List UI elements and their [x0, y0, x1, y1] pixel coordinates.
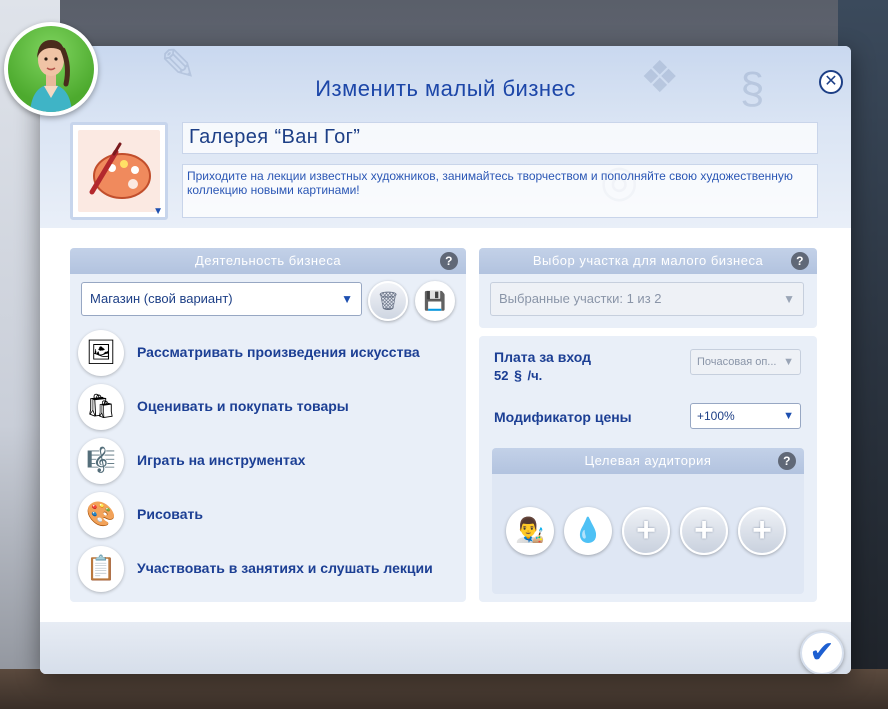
entry-fee-unit: /ч. — [527, 368, 543, 383]
activity-label: Рисовать — [137, 506, 203, 522]
activity-item[interactable]: 🛍 Оценивать и покупать товары — [78, 382, 468, 430]
price-modifier-dropdown[interactable]: +100% ▼ — [690, 403, 801, 429]
business-type-value: Магазин (свой вариант) — [90, 291, 233, 306]
save-button[interactable]: 💾 — [415, 281, 455, 321]
audience-slot-creative[interactable]: 💧 — [564, 507, 612, 555]
plus-icon: + — [694, 511, 714, 549]
background-floor — [0, 669, 888, 709]
target-audience-panel: Целевая аудитория ? 👨‍🎨 💧 + + + — [492, 448, 804, 594]
chevron-down-icon: ▼ — [783, 410, 794, 422]
entry-fee-type-dropdown[interactable]: Почасовая оп... ▼ — [690, 349, 801, 375]
selected-lots-value: Выбранные участки: 1 из 2 — [499, 291, 662, 306]
entry-fee-value: 52 — [494, 368, 509, 383]
sim-portrait — [8, 26, 94, 112]
chevron-down-icon: ▼ — [153, 206, 163, 217]
chevron-down-icon: ▼ — [783, 356, 794, 368]
activity-item[interactable]: 🎼 Играть на инструментах — [78, 436, 468, 484]
edit-small-business-dialog: ✎ ❖ § ◎ Изменить малый бизнес ✕ ▼ Галере… — [40, 46, 851, 674]
chevron-down-icon: ▼ — [783, 292, 795, 306]
dialog-title: Изменить малый бизнес — [315, 76, 576, 101]
audience-panel-title: Целевая аудитория — [584, 453, 712, 468]
shopping-bag-icon: 🛍 — [78, 384, 124, 430]
activity-label: Участвовать в занятиях и слушать лекции — [137, 560, 433, 576]
activity-item[interactable]: 📋 Участвовать в занятиях и слушать лекци… — [78, 544, 468, 592]
palette-icon: 🎨 — [78, 492, 124, 538]
lot-panel-title: Выбор участка для малого бизнеса — [532, 253, 764, 268]
activity-label: Рассматривать произведения искусства — [137, 344, 420, 360]
help-icon[interactable]: ? — [440, 252, 458, 270]
checkmark-icon: ✔ — [809, 636, 835, 669]
activities-panel: Деятельность бизнеса ? Магазин (свой вар… — [70, 248, 466, 602]
help-icon[interactable]: ? — [791, 252, 809, 270]
plus-icon: + — [636, 511, 656, 549]
simoleon-icon: § — [514, 367, 522, 383]
creative-trait-icon: 💧 — [573, 517, 603, 544]
trash-icon: 🗑 — [376, 291, 400, 311]
lot-selection-panel: Выбор участка для малого бизнеса ? Выбра… — [479, 248, 817, 328]
dialog-footer — [40, 622, 851, 674]
lot-panel-header: Выбор участка для малого бизнеса ? — [479, 248, 817, 274]
business-icon-picker[interactable]: ▼ — [70, 122, 168, 220]
activity-item[interactable]: 🖼 Рассматривать произведения искусства — [78, 328, 468, 376]
activities-panel-header: Деятельность бизнеса ? — [70, 248, 466, 274]
audience-slot-empty[interactable]: + — [680, 507, 728, 555]
activity-label: Оценивать и покупать товары — [137, 398, 349, 414]
entry-fee-type-value: Почасовая оп... — [697, 356, 777, 368]
palette-icon — [78, 130, 160, 212]
harp-icon: 🎼 — [78, 438, 124, 484]
price-modifier-value: +100% — [697, 409, 735, 423]
business-type-dropdown[interactable]: Магазин (свой вариант) ▼ — [81, 282, 362, 316]
chevron-down-icon: ▼ — [341, 292, 353, 306]
audience-slot-empty[interactable]: + — [738, 507, 786, 555]
close-button[interactable]: ✕ — [819, 70, 843, 94]
sim-avatar[interactable] — [4, 22, 98, 116]
audience-panel-header: Целевая аудитория ? — [492, 448, 804, 474]
entry-fee-label: Плата за вход — [494, 349, 592, 365]
close-icon: ✕ — [824, 73, 838, 90]
price-modifier-label: Модификатор цены — [494, 409, 632, 425]
delete-button[interactable]: 🗑 — [368, 281, 408, 321]
audience-slot-empty[interactable]: + — [622, 507, 670, 555]
entry-fee-amount: 52 § /ч. — [494, 367, 542, 383]
artist-trait-icon: 👨‍🎨 — [515, 517, 545, 544]
confirm-button[interactable]: ✔ — [800, 631, 844, 674]
painting-icon: 🖼 — [78, 330, 124, 376]
activities-panel-title: Деятельность бизнеса — [194, 253, 342, 268]
help-icon[interactable]: ? — [778, 452, 796, 470]
activity-item[interactable]: 🎨 Рисовать — [78, 490, 468, 538]
audience-slot-artist[interactable]: 👨‍🎨 — [506, 507, 554, 555]
selected-lots-dropdown[interactable]: Выбранные участки: 1 из 2 ▼ — [490, 282, 804, 316]
pricing-panel: Плата за вход 52 § /ч. Почасовая оп... ▼… — [479, 336, 817, 602]
business-name-input[interactable]: Галерея “Ван Гог” — [182, 122, 818, 154]
plus-icon: + — [752, 511, 772, 549]
business-description-input[interactable]: Приходите на лекции известных художников… — [182, 164, 818, 218]
activity-label: Играть на инструментах — [137, 452, 306, 468]
chalkboard-icon: 📋 — [78, 546, 124, 592]
save-icon: 💾 — [423, 291, 447, 311]
